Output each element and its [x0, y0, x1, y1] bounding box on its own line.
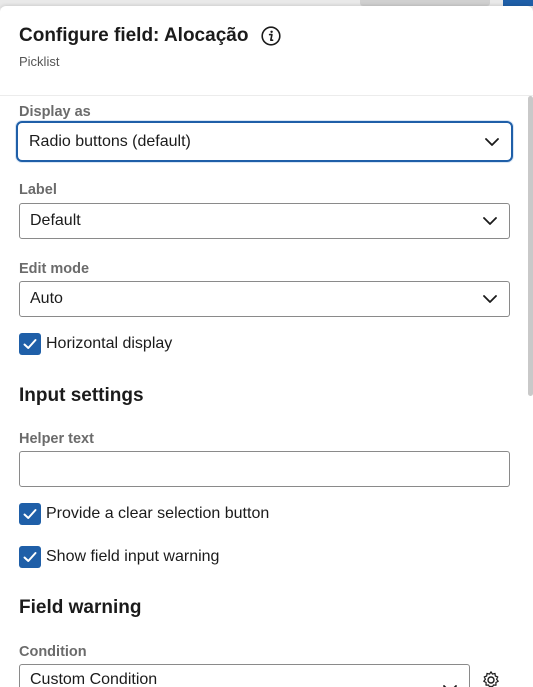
check-icon [23, 339, 37, 349]
check-icon [23, 509, 37, 519]
helper-text-input[interactable] [19, 451, 510, 487]
condition-label: Condition [19, 644, 87, 660]
helper-text-label: Helper text [19, 431, 94, 447]
display-as-select[interactable]: Radio buttons (default) [16, 121, 513, 162]
chevron-down-icon [485, 137, 499, 146]
horizontal-display-row[interactable]: Horizontal display [19, 333, 172, 355]
edit-mode-select[interactable]: Auto [19, 281, 510, 317]
check-icon [23, 552, 37, 562]
label-select[interactable]: Default [19, 203, 510, 239]
clear-selection-checkbox[interactable] [19, 503, 41, 525]
field-input-warning-row[interactable]: Show field input warning [19, 546, 219, 568]
display-as-value: Radio buttons (default) [29, 132, 191, 150]
field-input-warning-checkbox[interactable] [19, 546, 41, 568]
field-type-subtitle: Picklist [19, 54, 60, 69]
horizontal-display-checkbox[interactable] [19, 333, 41, 355]
chevron-down-icon [483, 295, 497, 303]
panel-title: Configure field: Alocação [19, 25, 282, 47]
panel-scrollbar[interactable] [528, 96, 533, 396]
edit-mode-label: Edit mode [19, 261, 90, 277]
gear-icon[interactable] [481, 670, 501, 687]
display-as-label: Display as [19, 104, 91, 120]
label-select-value: Default [30, 212, 81, 229]
info-icon[interactable] [261, 26, 282, 46]
chevron-down-icon [483, 217, 497, 225]
clear-selection-label: Provide a clear selection button [46, 505, 270, 522]
condition-value: Custom Condition [30, 671, 158, 687]
field-warning-heading: Field warning [19, 597, 142, 618]
field-input-warning-label: Show field input warning [46, 548, 220, 565]
clear-selection-row[interactable]: Provide a clear selection button [19, 503, 269, 525]
condition-select[interactable]: Custom Condition [19, 664, 470, 687]
input-settings-heading: Input settings [19, 385, 144, 406]
edit-mode-value: Auto [30, 290, 63, 307]
horizontal-display-label: Horizontal display [46, 335, 173, 352]
label-field-label: Label [19, 182, 57, 198]
panel-title-text: Configure field: Alocação [19, 25, 249, 46]
header-divider [0, 95, 533, 96]
configure-field-panel: Configure field: Alocação Picklist Displ… [0, 6, 533, 687]
